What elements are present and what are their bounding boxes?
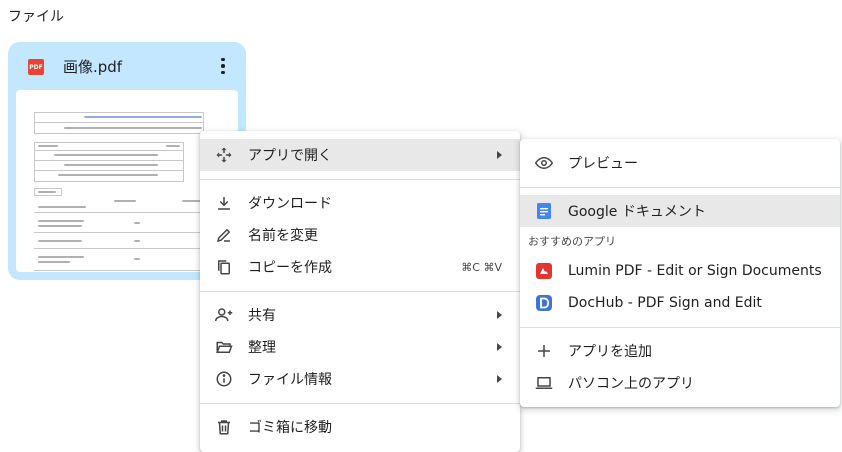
folder-open-icon	[214, 337, 234, 357]
menu-item-dochub[interactable]: DocHub - PDF Sign and Edit	[520, 287, 840, 319]
submenu-arrow-icon	[497, 311, 502, 319]
copy-icon	[214, 257, 234, 277]
menu-item-make-copy[interactable]: コピーを作成 ⌘C ⌘V	[200, 251, 520, 283]
menu-divider	[520, 187, 840, 188]
plus-icon	[534, 341, 554, 361]
menu-item-computer-apps[interactable]: パソコン上のアプリ	[520, 367, 840, 399]
menu-divider	[520, 327, 840, 328]
submenu-arrow-icon	[497, 151, 502, 159]
download-icon	[214, 193, 234, 213]
info-icon	[214, 369, 234, 389]
trash-icon	[214, 417, 234, 437]
dochub-icon	[534, 293, 554, 313]
menu-item-move-to-trash[interactable]: ゴミ箱に移動	[200, 411, 520, 443]
menu-item-open-with[interactable]: アプリで開く	[200, 139, 520, 171]
copy-shortcut: ⌘C ⌘V	[461, 260, 502, 274]
laptop-icon	[534, 373, 554, 393]
section-title: ファイル	[8, 9, 64, 25]
menu-divider	[200, 403, 520, 404]
menu-item-share[interactable]: 共有	[200, 299, 520, 331]
move-arrows-icon	[214, 145, 234, 165]
eye-icon	[534, 153, 554, 173]
submenu-arrow-icon	[497, 343, 502, 351]
menu-divider	[200, 179, 520, 180]
file-context-menu: アプリで開く ダウンロード 名前を変更 コピーを作成 ⌘C ⌘V 共有 整理 フ…	[200, 131, 520, 452]
pdf-file-icon: PDF	[28, 59, 44, 75]
menu-item-download[interactable]: ダウンロード	[200, 187, 520, 219]
open-with-submenu: プレビュー Google ドキュメント おすすめのアプリ Lumin PDF -…	[520, 139, 840, 407]
file-name: 画像.pdf	[63, 58, 123, 76]
submenu-arrow-icon	[497, 375, 502, 383]
menu-item-organize[interactable]: 整理	[200, 331, 520, 363]
menu-item-google-docs[interactable]: Google ドキュメント	[520, 195, 840, 227]
person-add-icon	[214, 305, 234, 325]
recommended-apps-label: おすすめのアプリ	[528, 235, 616, 248]
menu-divider	[200, 291, 520, 292]
menu-item-add-app[interactable]: アプリを追加	[520, 335, 840, 367]
menu-item-lumin-pdf[interactable]: Lumin PDF - Edit or Sign Documents	[520, 255, 840, 287]
pencil-icon	[214, 225, 234, 245]
menu-item-file-info[interactable]: ファイル情報	[200, 363, 520, 395]
more-actions-icon[interactable]	[213, 55, 233, 77]
google-docs-icon	[534, 201, 554, 221]
lumin-pdf-icon	[534, 261, 554, 281]
menu-item-preview[interactable]: プレビュー	[520, 147, 840, 179]
menu-item-rename[interactable]: 名前を変更	[200, 219, 520, 251]
